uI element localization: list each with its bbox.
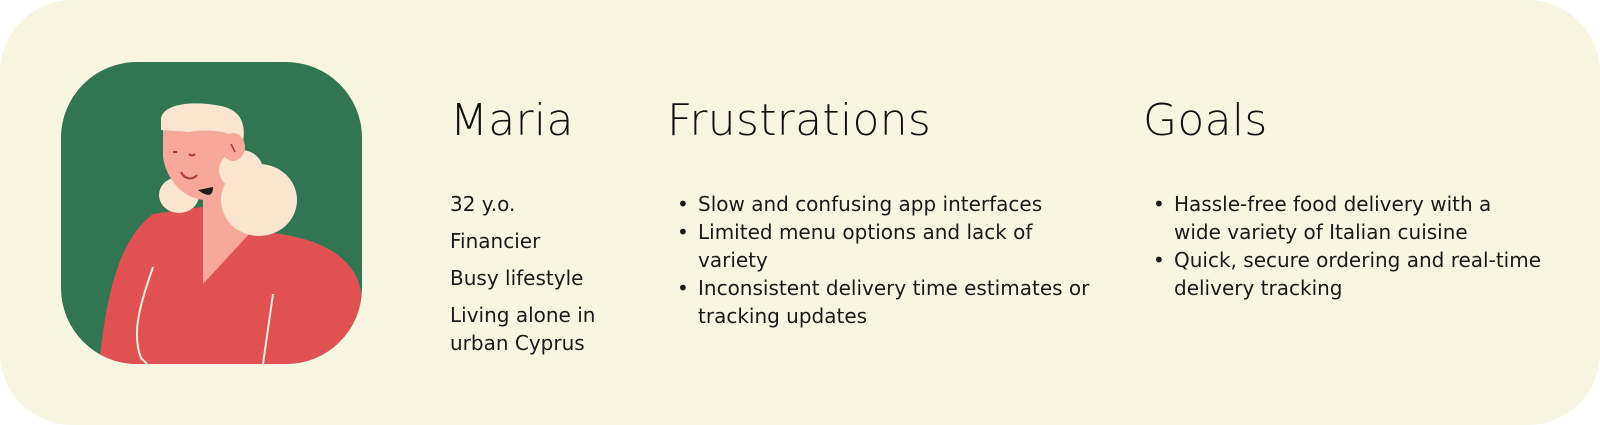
goals-title: Goals <box>1143 95 1268 146</box>
persona-avatar <box>61 62 362 364</box>
list-item: • Slow and confusing app interfaces <box>667 190 1097 218</box>
profile-column: Maria 32 y.o. Financier Busy lifestyle L… <box>450 92 640 366</box>
persona-lifestyle: Busy lifestyle <box>450 266 584 290</box>
list-item: • Hassle-free food delivery with a wide … <box>1143 190 1543 246</box>
list-item: • Quick, secure ordering and real-time d… <box>1143 246 1543 302</box>
persona-occupation: Financier <box>450 229 541 253</box>
list-item-text: Slow and confusing app interfaces <box>698 192 1043 216</box>
list-item: • Inconsistent delivery time estimates o… <box>667 274 1097 330</box>
persona-name: Maria <box>450 95 574 146</box>
list-item-text: Quick, secure ordering and real-time del… <box>1174 248 1542 300</box>
frustrations-column: Frustrations • Slow and confusing app in… <box>667 92 1097 330</box>
bullet-icon: • <box>1153 248 1165 272</box>
goals-list: • Hassle-free food delivery with a wide … <box>1143 190 1543 302</box>
bullet-icon: • <box>677 220 689 244</box>
bullet-icon: • <box>677 276 689 300</box>
frustrations-list: • Slow and confusing app interfaces • Li… <box>667 190 1097 330</box>
bullet-icon: • <box>677 192 689 216</box>
woman-portrait-illustration <box>61 62 362 364</box>
persona-card: Maria 32 y.o. Financier Busy lifestyle L… <box>0 0 1600 425</box>
persona-living: Living alone in urban Cyprus <box>450 303 596 355</box>
goals-column: Goals • Hassle-free food delivery with a… <box>1143 92 1543 302</box>
bullet-icon: • <box>1153 192 1165 216</box>
list-item-text: Hassle-free food delivery with a wide va… <box>1174 192 1492 244</box>
frustrations-title: Frustrations <box>667 95 932 146</box>
list-item-text: Limited menu options and lack of variety <box>698 220 1033 272</box>
list-item: • Limited menu options and lack of varie… <box>667 218 1097 274</box>
list-item-text: Inconsistent delivery time estimates or … <box>698 276 1090 328</box>
persona-facts: 32 y.o. Financier Busy lifestyle Living … <box>450 190 640 357</box>
persona-age: 32 y.o. <box>450 192 516 216</box>
